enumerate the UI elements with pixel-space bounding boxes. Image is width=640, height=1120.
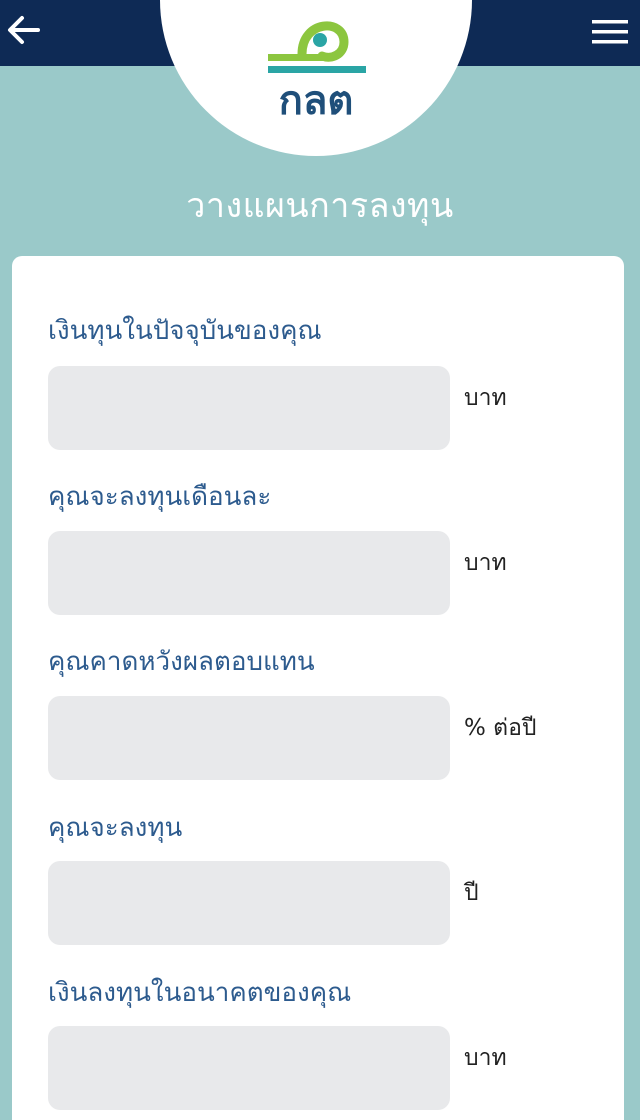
future-value-unit: บาท	[464, 1045, 507, 1071]
investment-years-label: คุณจะลงทุน	[48, 813, 183, 843]
form-card: เงินทุนในปัจจุบันของคุณ บาท คุณจะลงทุนเด…	[12, 256, 624, 1120]
investment-years-input[interactable]	[48, 861, 450, 945]
back-button[interactable]	[4, 10, 44, 50]
monthly-investment-label: คุณจะลงทุนเดือนละ	[48, 482, 272, 512]
page-title: วางแผนการลงทุน	[186, 186, 454, 226]
monthly-investment-input[interactable]	[48, 531, 450, 615]
investment-years-unit: ปี	[464, 880, 479, 906]
hamburger-menu-icon	[592, 20, 628, 44]
expected-return-input[interactable]	[48, 696, 450, 780]
menu-button[interactable]	[590, 18, 630, 48]
future-value-label: เงินลงทุนในอนาคตของคุณ	[48, 978, 352, 1008]
expected-return-label: คุณคาดหวังผลตอบแทน	[48, 647, 315, 677]
current-capital-unit: บาท	[464, 385, 507, 411]
monthly-investment-unit: บาท	[464, 550, 507, 576]
current-capital-input[interactable]	[48, 366, 450, 450]
arrow-left-icon	[8, 16, 40, 44]
logo-text: กลต	[279, 78, 354, 120]
expected-return-unit: % ต่อปี	[464, 715, 537, 741]
sec-logo: กลต	[268, 21, 366, 120]
current-capital-label: เงินทุนในปัจจุบันของคุณ	[48, 316, 322, 346]
future-value-input[interactable]	[48, 1026, 450, 1110]
